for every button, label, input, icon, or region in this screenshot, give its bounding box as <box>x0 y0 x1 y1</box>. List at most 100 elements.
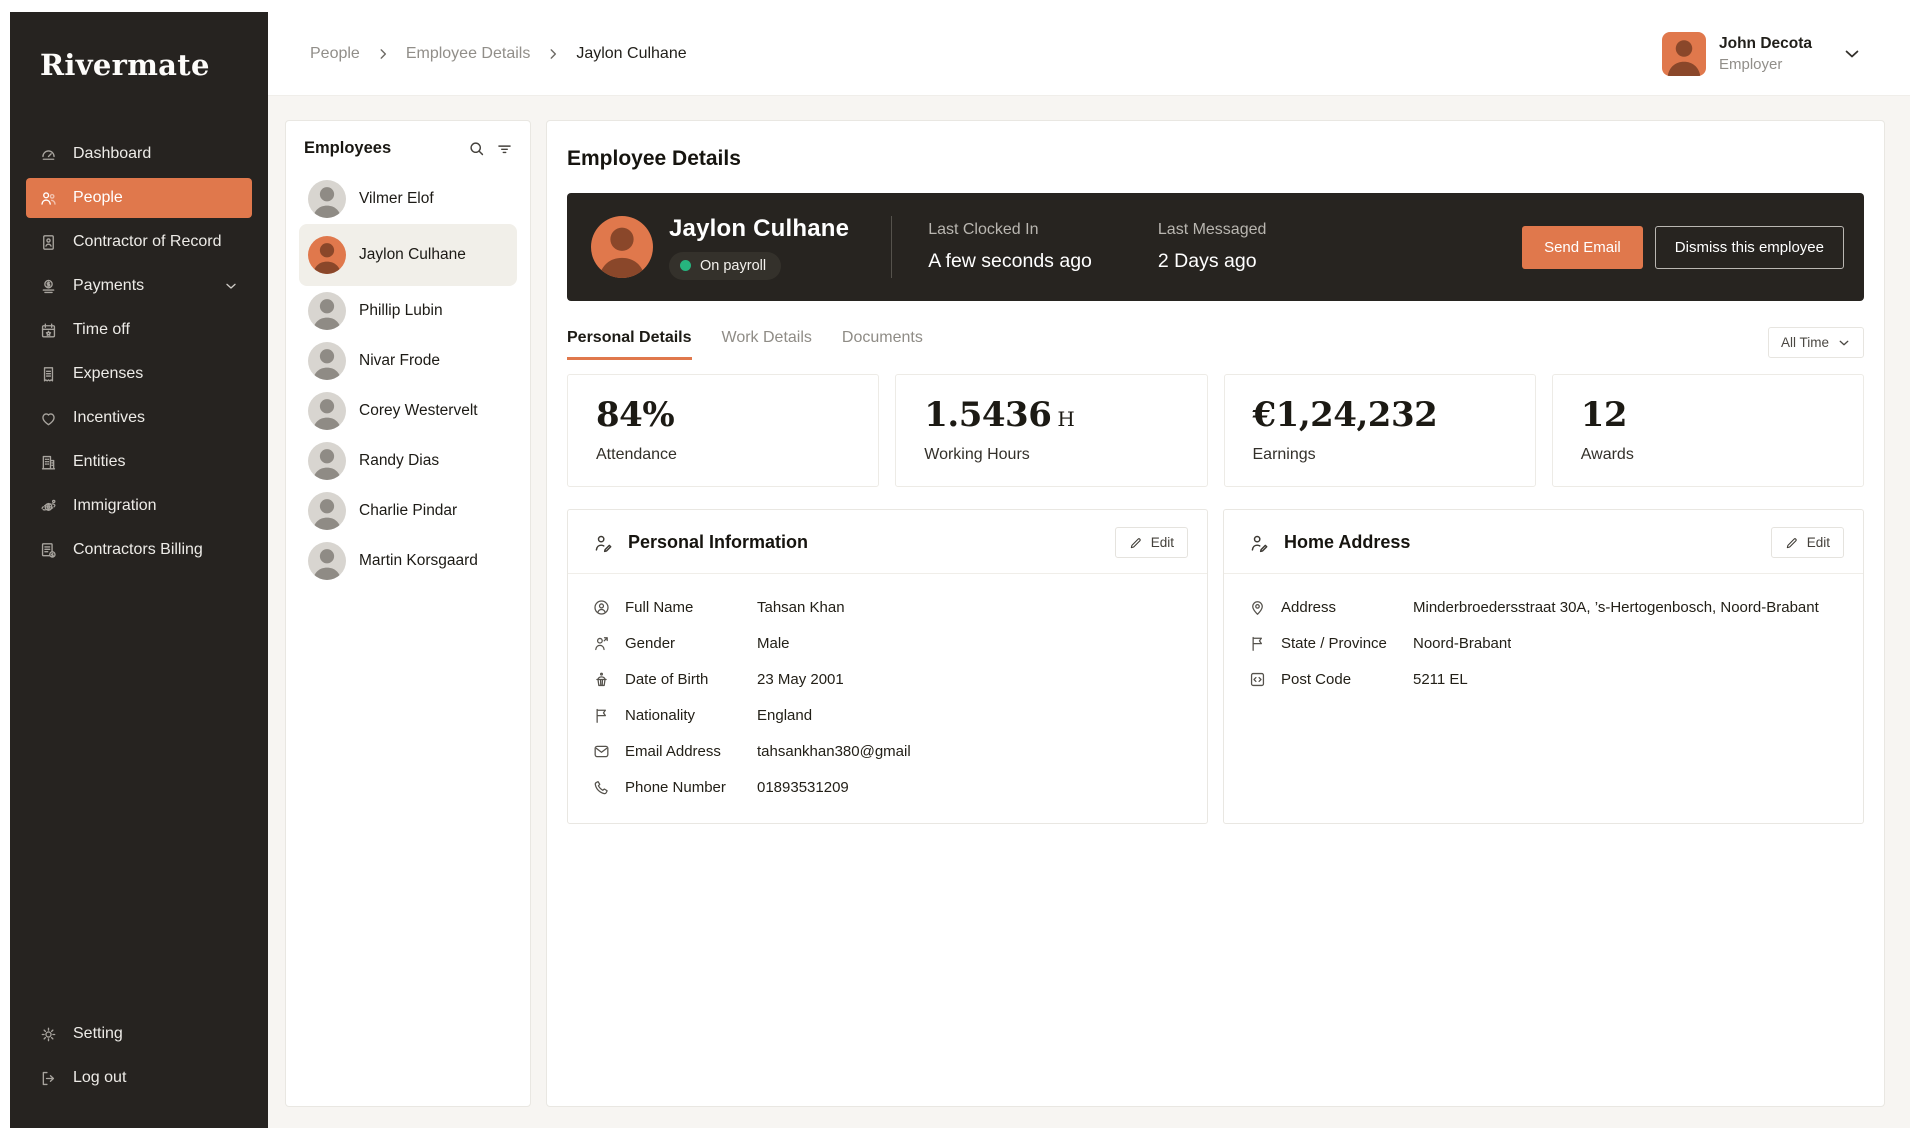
send-email-button[interactable]: Send Email <box>1522 226 1643 269</box>
stat-value: 12 <box>1581 395 1835 435</box>
row-label: Phone Number <box>625 779 737 796</box>
time-filter-dropdown[interactable]: All Time <box>1768 327 1864 358</box>
sidebar-item-label: Immigration <box>73 497 157 515</box>
gear-icon <box>39 1025 58 1044</box>
flag-icon <box>1248 634 1267 653</box>
user-role: Employer <box>1719 56 1812 73</box>
status-label: On payroll <box>700 258 766 274</box>
billing-icon <box>39 541 58 560</box>
employee-list-item[interactable]: Martin Korsgaard <box>299 536 517 586</box>
stat-card-attendance: 84% Attendance <box>567 374 879 487</box>
employee-name: Randy Dias <box>359 452 439 470</box>
row-value: tahsankhan380@gmail <box>757 743 911 760</box>
person-edit-icon <box>1248 532 1270 554</box>
employees-panel: Employees Vilmer Elof Jaylon Culhane <box>285 120 531 1107</box>
row-value: Tahsan Khan <box>757 599 845 616</box>
stat-label: Working Hours <box>924 446 1178 464</box>
employee-name: Phillip Lubin <box>359 302 443 320</box>
sidebar-item-incentives[interactable]: Incentives <box>26 398 252 438</box>
info-cards-row: Personal Information Edit Full Name Tahs… <box>567 509 1864 824</box>
row-value: 23 May 2001 <box>757 671 844 688</box>
sidebar-item-contractor-of-record[interactable]: Contractor of Record <box>26 222 252 262</box>
employee-banner: Jaylon Culhane On payroll Last Clocked I… <box>567 193 1864 301</box>
avatar <box>308 542 346 580</box>
dismiss-employee-button[interactable]: Dismiss this employee <box>1655 226 1844 269</box>
sidebar-item-setting[interactable]: Setting <box>26 1014 252 1054</box>
meta-label: Last Clocked In <box>928 221 1092 239</box>
filter-icon[interactable] <box>495 139 514 158</box>
breadcrumb: People Employee Details Jaylon Culhane <box>310 45 687 63</box>
row-label: Gender <box>625 635 737 652</box>
sidebar-item-dashboard[interactable]: Dashboard <box>26 134 252 174</box>
sidebar-item-entities[interactable]: Entities <box>26 442 252 482</box>
info-row-email: Email Address tahsankhan380@gmail <box>592 742 1183 761</box>
info-row-gender: Gender Male <box>592 634 1183 653</box>
employee-list-item[interactable]: Randy Dias <box>299 436 517 486</box>
logout-icon <box>39 1069 58 1088</box>
employees-title: Employees <box>304 139 391 158</box>
row-label: Post Code <box>1281 671 1393 688</box>
time-filter-value: All Time <box>1781 335 1829 350</box>
tab-work-details[interactable]: Work Details <box>722 329 812 360</box>
home-address-card: Home Address Edit Address Minderbroeders… <box>1223 509 1864 824</box>
sidebar-item-time-off[interactable]: Time off <box>26 310 252 350</box>
divider <box>891 216 892 278</box>
card-title: Personal Information <box>628 532 808 553</box>
heart-icon <box>39 409 58 428</box>
stat-value: 84% <box>596 395 850 435</box>
stat-value: €1,24,232 <box>1253 395 1507 435</box>
employee-list-item[interactable]: Charlie Pindar <box>299 486 517 536</box>
row-label: Date of Birth <box>625 671 737 688</box>
sidebar-item-expenses[interactable]: Expenses <box>26 354 252 394</box>
sidebar-item-contractors-billing[interactable]: Contractors Billing <box>26 530 252 570</box>
employee-list-item-selected[interactable]: Jaylon Culhane <box>299 224 517 286</box>
row-label: Nationality <box>625 707 737 724</box>
stat-card-awards: 12 Awards <box>1552 374 1864 487</box>
info-row-date-of-birth: Date of Birth 23 May 2001 <box>592 670 1183 689</box>
sidebar-item-people[interactable]: People <box>26 178 252 218</box>
employee-list-item[interactable]: Phillip Lubin <box>299 286 517 336</box>
sidebar-item-label: Incentives <box>73 409 145 427</box>
edit-home-address-button[interactable]: Edit <box>1771 527 1844 558</box>
sidebar-item-payments[interactable]: Payments <box>26 266 252 306</box>
avatar <box>308 236 346 274</box>
avatar <box>308 442 346 480</box>
employee-list-item[interactable]: Vilmer Elof <box>299 174 517 224</box>
employee-list-item[interactable]: Corey Westervelt <box>299 386 517 436</box>
sidebar-item-immigration[interactable]: Immigration <box>26 486 252 526</box>
avatar <box>591 216 653 278</box>
employee-banner-name: Jaylon Culhane <box>669 215 849 243</box>
sidebar-item-label: Entities <box>73 453 125 471</box>
sidebar-item-label: Contractors Billing <box>73 541 203 559</box>
id-card-icon <box>39 233 58 252</box>
receipt-icon <box>39 365 58 384</box>
sidebar-item-label: Time off <box>73 321 130 339</box>
avatar <box>308 292 346 330</box>
tab-documents[interactable]: Documents <box>842 329 923 360</box>
user-menu[interactable]: John Decota Employer <box>1662 32 1862 76</box>
sidebar-item-label: People <box>73 189 123 207</box>
card-header: Home Address Edit <box>1224 510 1863 574</box>
info-row-phone: Phone Number 01893531209 <box>592 778 1183 797</box>
chevron-down-icon[interactable] <box>1842 44 1862 64</box>
banner-identity: Jaylon Culhane On payroll <box>669 215 849 280</box>
sidebar-item-logout[interactable]: Log out <box>26 1058 252 1098</box>
search-icon[interactable] <box>467 139 486 158</box>
info-row-nationality: Nationality England <box>592 706 1183 725</box>
sidebar-item-label: Setting <box>73 1025 123 1043</box>
breadcrumb-employee-details[interactable]: Employee Details <box>406 45 531 63</box>
info-row-address: Address Minderbroedersstraat 30A, ’s-Her… <box>1248 598 1839 617</box>
building-icon <box>39 453 58 472</box>
banner-meta: Last Clocked In A few seconds ago Last M… <box>928 221 1266 273</box>
postcode-icon <box>1248 670 1267 689</box>
edit-personal-information-button[interactable]: Edit <box>1115 527 1188 558</box>
employee-list-item[interactable]: Nivar Frode <box>299 336 517 386</box>
breadcrumb-people[interactable]: People <box>310 45 360 63</box>
employee-name: Charlie Pindar <box>359 502 457 520</box>
row-value: Minderbroedersstraat 30A, ’s-Hertogenbos… <box>1413 599 1819 616</box>
chevron-right-icon <box>376 47 390 61</box>
tab-personal-details[interactable]: Personal Details <box>567 329 692 360</box>
employee-name: Nivar Frode <box>359 352 440 370</box>
chevron-down-icon[interactable] <box>223 278 239 294</box>
meta-label: Last Messaged <box>1158 221 1267 239</box>
